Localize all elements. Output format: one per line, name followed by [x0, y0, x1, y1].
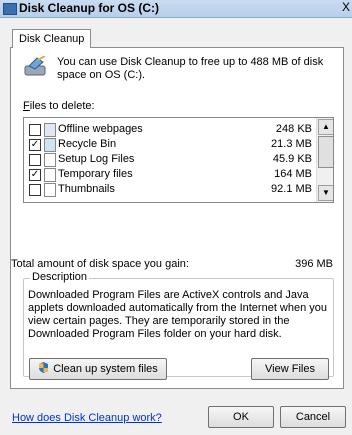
files-to-delete-label: Files to delete:: [23, 100, 95, 112]
list-item-size: 164 MB: [274, 168, 312, 180]
list-item-name: Recycle Bin: [58, 138, 117, 150]
window-title: Disk Cleanup for OS (C:): [19, 1, 160, 15]
checkbox[interactable]: [29, 154, 41, 166]
list-item-size: 21.3 MB: [271, 138, 312, 150]
uac-shield-icon: [39, 362, 49, 373]
total-label: Total amount of disk space you gain:: [11, 258, 189, 270]
ok-button[interactable]: OK: [208, 406, 274, 428]
checkbox[interactable]: ✓: [29, 139, 41, 151]
list-item-name: Temporary files: [58, 168, 133, 180]
disk-cleanup-icon: [3, 3, 17, 15]
view-files-button[interactable]: View Files: [251, 358, 329, 380]
list-item[interactable]: Thumbnails 92.1 MB: [24, 182, 314, 197]
scroll-thumb[interactable]: [318, 136, 333, 168]
total-value: 396 MB: [295, 258, 333, 270]
clean-up-system-files-label: Clean up system files: [53, 363, 158, 375]
files-listbox[interactable]: Offline webpages 248 KB ✓ Recycle Bin 21…: [23, 117, 334, 203]
cancel-button[interactable]: Cancel: [280, 406, 346, 428]
help-link[interactable]: How does Disk Cleanup work?: [12, 412, 162, 424]
list-item[interactable]: ✓ Temporary files 164 MB: [24, 167, 314, 182]
list-item-size: 45.9 KB: [272, 153, 312, 165]
list-item[interactable]: Setup Log Files 45.9 KB: [24, 152, 314, 167]
recycle-bin-icon: [44, 138, 56, 152]
scroll-down-icon[interactable]: ▼: [318, 185, 333, 201]
file-icon: [44, 153, 56, 167]
list-scrollbar[interactable]: ▲ ▼: [316, 118, 333, 202]
intro-text: You can use Disk Cleanup to free up to 4…: [57, 56, 324, 81]
scroll-up-icon[interactable]: ▲: [318, 119, 333, 135]
list-item-name: Offline webpages: [58, 123, 143, 135]
title-bar[interactable]: Disk Cleanup for OS (C:) X: [0, 0, 352, 18]
list-item-name: Thumbnails: [58, 183, 115, 195]
description-legend: Description: [30, 271, 90, 283]
tab-panel: You can use Disk Cleanup to free up to 4…: [10, 47, 344, 389]
checkbox[interactable]: ✓: [29, 169, 41, 181]
offline-pages-icon: [44, 123, 56, 137]
checkbox[interactable]: [29, 184, 41, 196]
dialog-body: Disk Cleanup You can use Disk Cleanup to…: [0, 18, 352, 435]
list-item-size: 92.1 MB: [271, 183, 312, 195]
file-icon: [44, 183, 56, 197]
close-icon[interactable]: X: [342, 0, 350, 14]
disk-cleanup-window: Disk Cleanup for OS (C:) X Disk Cleanup …: [0, 0, 352, 435]
description-text: Downloaded Program Files are ActiveX con…: [28, 289, 328, 340]
list-item-size: 248 KB: [275, 123, 312, 135]
list-item[interactable]: ✓ Recycle Bin 21.3 MB: [24, 137, 314, 152]
list-item-name: Setup Log Files: [58, 153, 135, 165]
disk-cleanup-icon: [24, 56, 46, 76]
tab-disk-cleanup[interactable]: Disk Cleanup: [12, 29, 92, 48]
clean-up-system-files-button[interactable]: Clean up system files: [29, 358, 167, 380]
list-item[interactable]: Offline webpages 248 KB: [24, 122, 314, 137]
checkbox[interactable]: [29, 124, 41, 136]
file-icon: [44, 168, 56, 182]
